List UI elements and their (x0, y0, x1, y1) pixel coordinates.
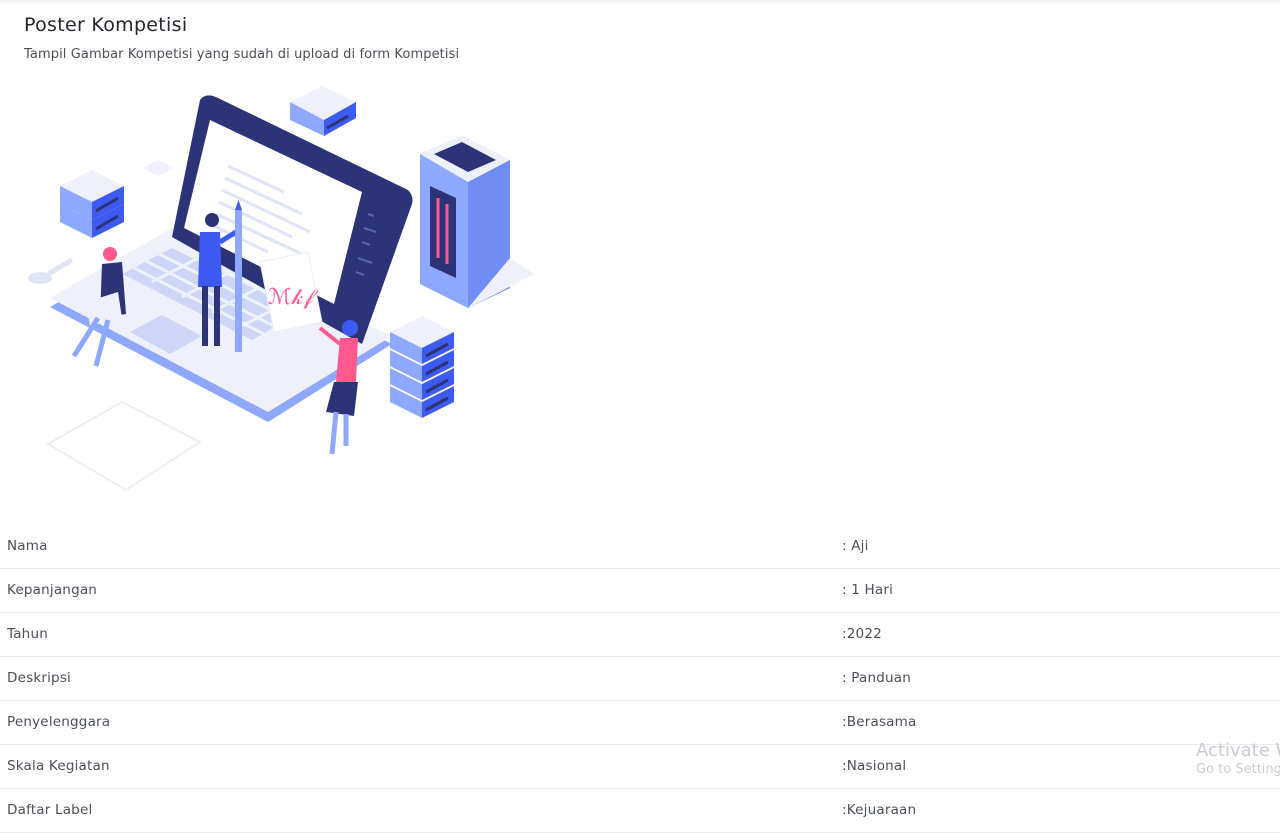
detail-row-nama: Nama : Aji (0, 525, 1280, 569)
detail-row-deskripsi: Deskripsi : Panduan (0, 657, 1280, 701)
detail-row-daftar-label: Daftar Label :Kejuaraan (0, 789, 1280, 833)
detail-value: : Panduan (842, 670, 911, 686)
detail-label: Nama (7, 538, 48, 554)
signature-text: ℳ𝓀𝒻 (268, 285, 318, 310)
detail-value: :Nasional (842, 758, 907, 774)
detail-value: : 1 Hari (842, 582, 894, 598)
detail-label: Tahun (7, 626, 48, 642)
detail-value: :Berasama (842, 714, 917, 730)
competition-details-table: Nama : Aji Kepanjangan : 1 Hari Tahun :2… (0, 525, 1280, 833)
detail-row-tahun: Tahun :2022 (0, 613, 1280, 657)
page-title: Poster Kompetisi (24, 14, 188, 36)
watermark-subtitle: Go to Settings to activate Windows. (1196, 762, 1280, 777)
page-subtitle: Tampil Gambar Kompetisi yang sudah di up… (24, 47, 460, 62)
detail-row-skala-kegiatan: Skala Kegiatan :Nasional (0, 745, 1280, 789)
detail-label: Skala Kegiatan (7, 758, 110, 774)
detail-label: Daftar Label (7, 802, 93, 818)
detail-row-penyelenggara: Penyelenggara :Berasama (0, 701, 1280, 745)
watermark-title: Activate Windows (1196, 740, 1280, 761)
detail-value: :2022 (842, 626, 882, 642)
competition-poster-image: ℳ𝓀𝒻 (22, 82, 542, 494)
poster-illustration: ℳ𝓀𝒻 (28, 86, 534, 492)
detail-row-kepanjangan: Kepanjangan : 1 Hari (0, 569, 1280, 613)
detail-label: Penyelenggara (7, 714, 111, 730)
top-edge (0, 0, 1280, 5)
detail-value: : Aji (842, 538, 869, 554)
activate-windows-watermark: Activate Windows Go to Settings to activ… (1196, 740, 1280, 777)
detail-label: Deskripsi (7, 670, 72, 686)
detail-value: :Kejuaraan (842, 802, 917, 818)
detail-label: Kepanjangan (7, 582, 98, 598)
